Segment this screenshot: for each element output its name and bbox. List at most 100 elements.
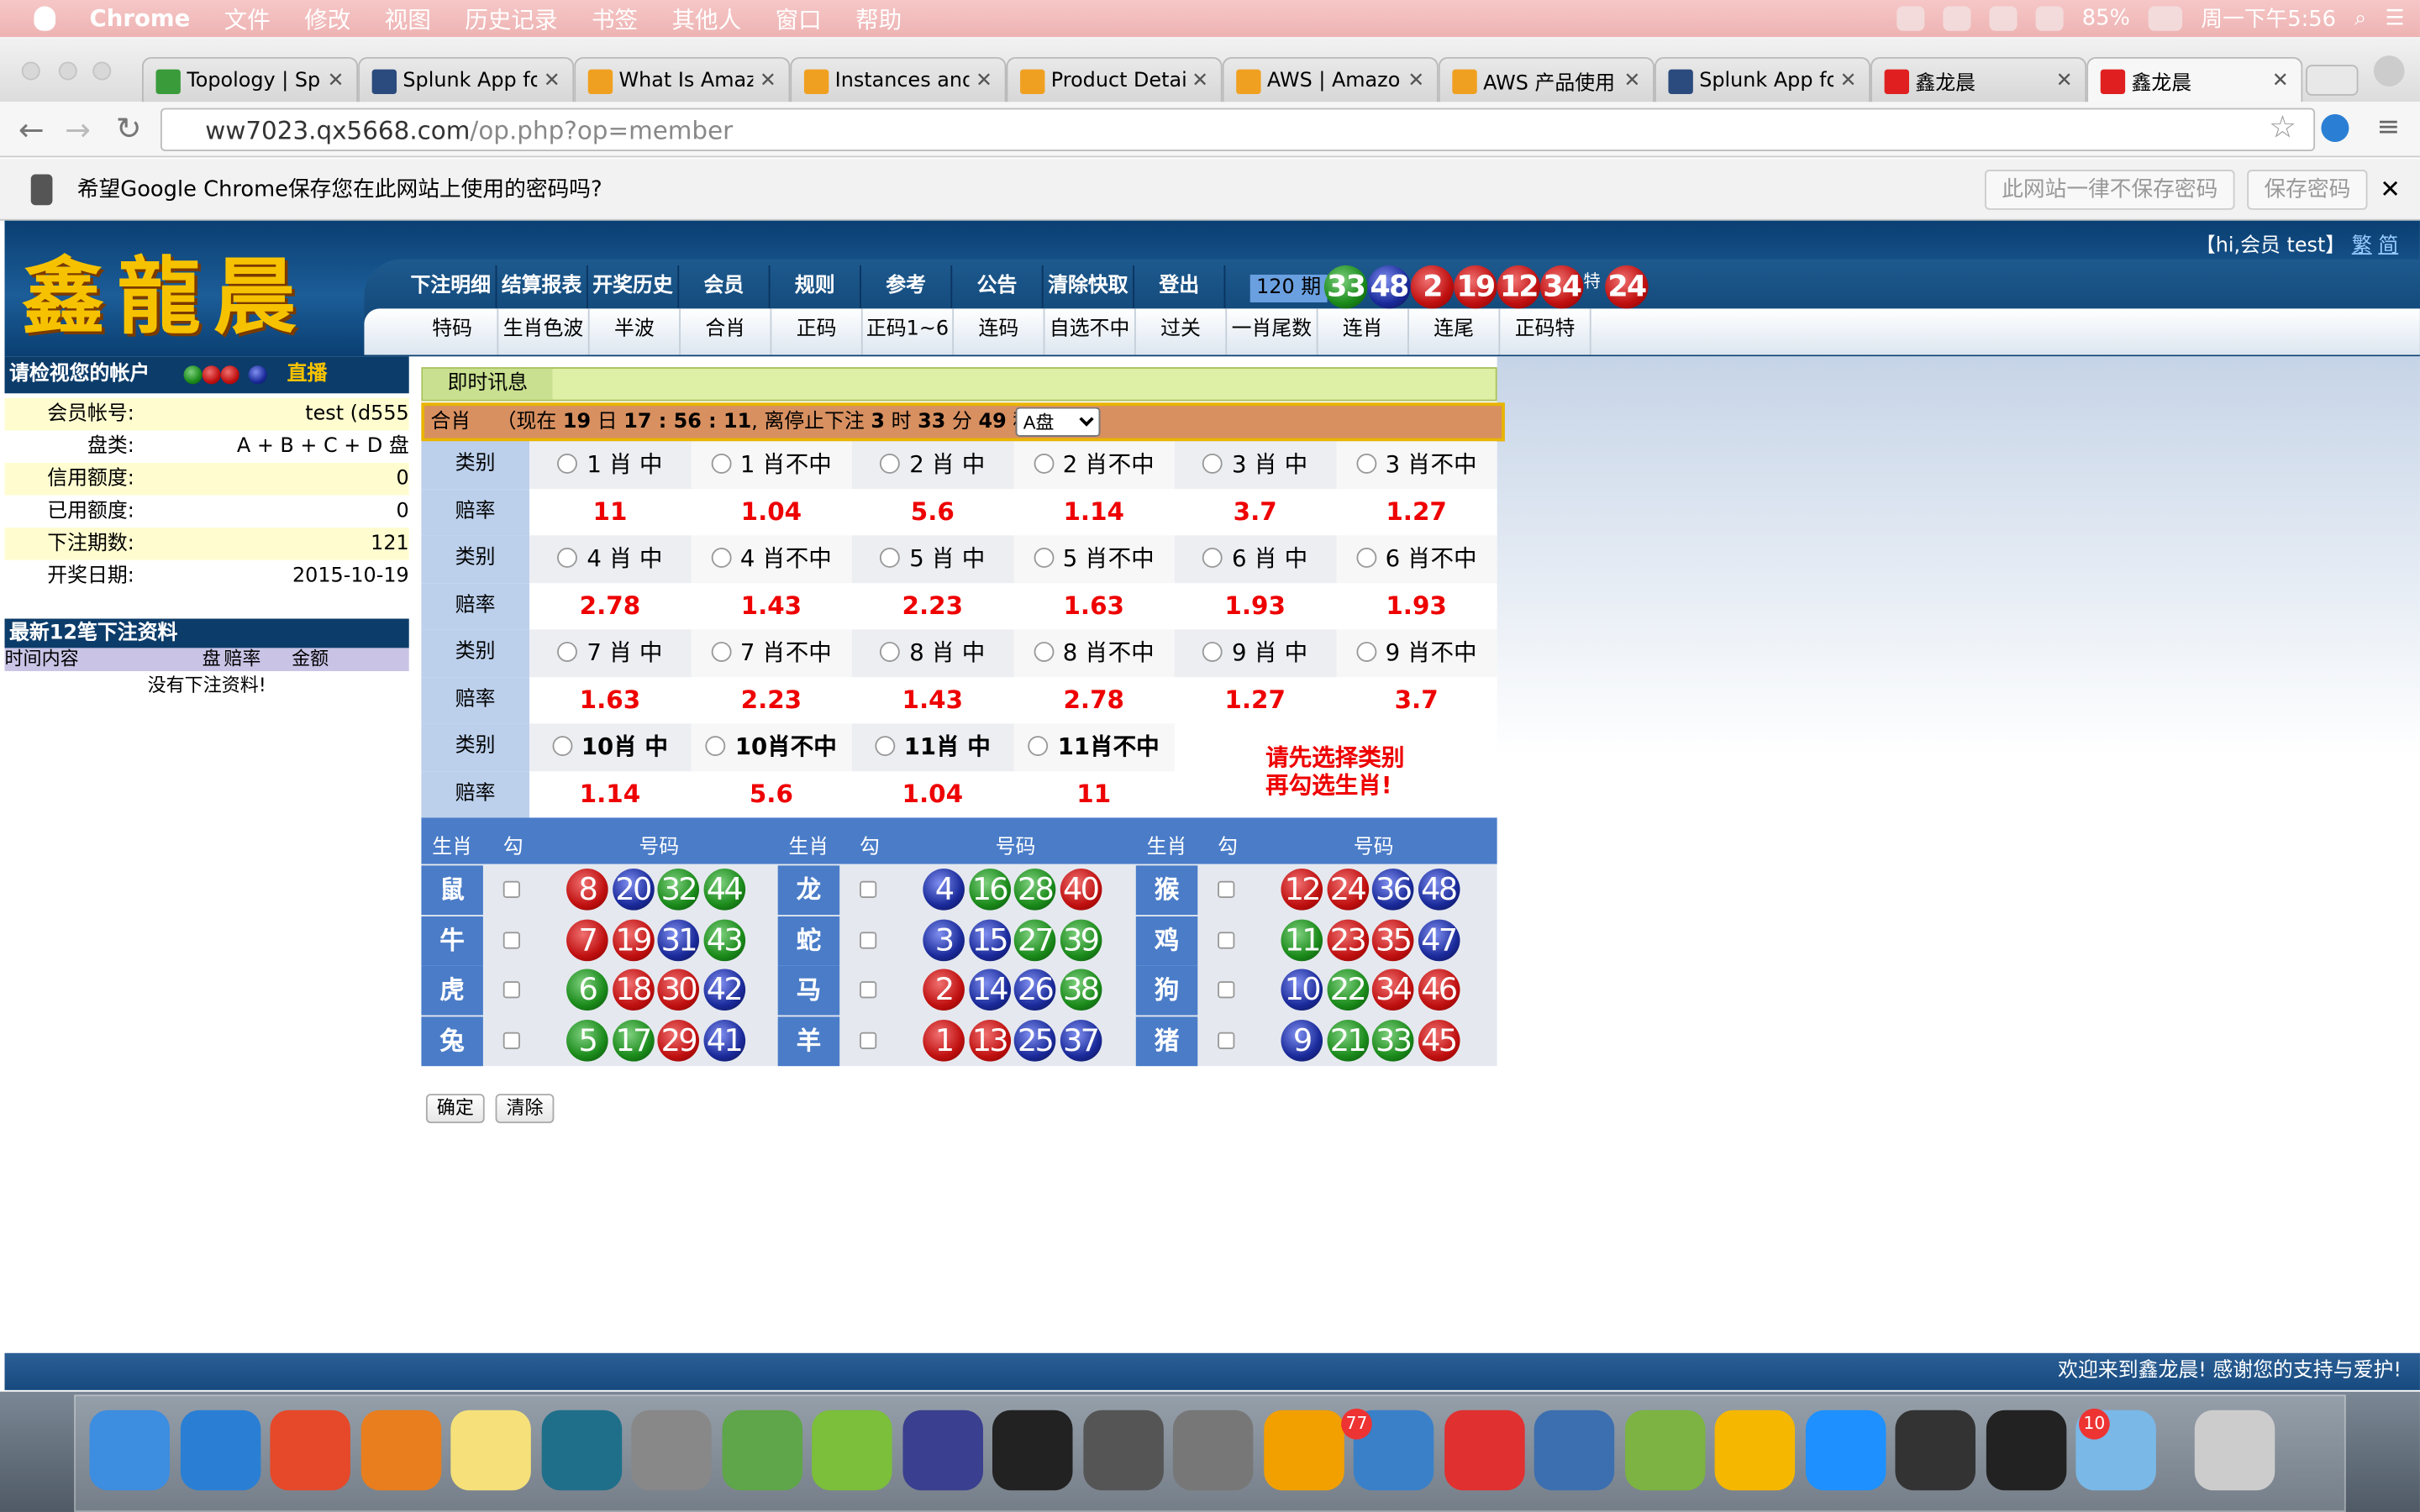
tab-close-icon[interactable]: ✕ (1623, 70, 1640, 93)
reload-icon[interactable]: ↻ (116, 109, 142, 146)
zoom-window-button[interactable] (92, 61, 112, 81)
category-cell[interactable]: 9 肖 中 (1174, 629, 1336, 677)
menu-item[interactable]: 帮助 (855, 3, 902, 35)
tab-close-icon[interactable]: ✕ (328, 70, 345, 93)
nav-link[interactable]: 会员 (679, 265, 771, 309)
category-radio[interactable] (557, 453, 578, 474)
category-radio[interactable] (874, 736, 895, 756)
menu-item[interactable]: 修改 (304, 3, 350, 35)
category-cell[interactable]: 4 肖 中 (529, 535, 691, 583)
zodiac-checkbox[interactable] (502, 931, 520, 948)
game-tab[interactable]: 半波 (590, 308, 681, 355)
apple-icon[interactable] (34, 6, 56, 31)
save-password-button[interactable]: 保存密码 (2247, 170, 2368, 210)
dock-app-icon[interactable] (812, 1410, 892, 1491)
simplified-link[interactable]: 简 (2378, 234, 2398, 258)
category-radio[interactable] (551, 736, 572, 756)
clear-button[interactable]: 清除 (495, 1094, 555, 1124)
status-icon[interactable] (1943, 6, 1971, 31)
category-cell[interactable]: 5 肖 中 (851, 535, 1013, 583)
category-radio[interactable] (710, 642, 731, 662)
dock-app-icon[interactable] (992, 1410, 1073, 1491)
pan-select[interactable]: A盘 (1015, 407, 1101, 437)
browser-tab[interactable]: 鑫龙晨 ✕ (2086, 56, 2303, 104)
dock-app-icon[interactable] (179, 1410, 260, 1491)
zodiac-checkbox[interactable] (1218, 931, 1235, 948)
category-cell[interactable]: 1 肖不中 (690, 441, 852, 489)
menu-item[interactable]: 窗口 (776, 3, 822, 35)
menu-icon[interactable]: ≡ (2377, 111, 2401, 144)
spotlight-icon[interactable]: ⌕ (2354, 6, 2366, 30)
tab-close-icon[interactable]: ✕ (544, 70, 560, 93)
forward-icon[interactable]: → (65, 111, 91, 148)
dock-app-icon[interactable] (1985, 1410, 2066, 1491)
profile-icon[interactable] (2373, 55, 2405, 87)
dock-app-icon[interactable] (1805, 1410, 1886, 1491)
category-cell[interactable]: 3 肖不中 (1335, 441, 1497, 489)
notification-icon[interactable]: ☰ (2386, 6, 2405, 30)
tab-close-icon[interactable]: ✕ (1840, 70, 1857, 93)
category-radio[interactable] (1033, 453, 1054, 474)
browser-tab[interactable]: Product Details ✕ (1006, 56, 1223, 104)
zodiac-checkbox[interactable] (860, 931, 877, 948)
category-radio[interactable] (557, 642, 578, 662)
tab-close-icon[interactable]: ✕ (976, 70, 992, 93)
category-cell[interactable]: 11肖 中 (851, 723, 1013, 771)
status-icon[interactable] (1897, 6, 1925, 31)
category-cell[interactable]: 8 肖 中 (851, 629, 1013, 677)
nav-link[interactable]: 公告 (952, 265, 1044, 309)
dock-app-icon[interactable] (1082, 1410, 1163, 1491)
zodiac-checkbox[interactable] (1218, 981, 1235, 999)
game-tab[interactable]: 特码 (408, 308, 499, 355)
zodiac-checkbox[interactable] (502, 1031, 520, 1049)
game-tab[interactable]: 过关 (1136, 308, 1228, 355)
nav-link[interactable]: 开奖历史 (588, 265, 680, 309)
category-radio[interactable] (1202, 453, 1223, 474)
menu-item[interactable]: 其他人 (671, 3, 741, 35)
live-link[interactable]: 直播 (287, 356, 328, 393)
confirm-button[interactable]: 确定 (425, 1094, 485, 1124)
zodiac-checkbox[interactable] (502, 880, 520, 898)
never-save-button[interactable]: 此网站一律不保存密码 (1984, 170, 2235, 210)
category-radio[interactable] (710, 548, 731, 568)
dock-app-icon[interactable] (450, 1410, 531, 1491)
menu-item[interactable]: 历史记录 (465, 3, 557, 35)
dock-app-icon[interactable] (1263, 1410, 1344, 1491)
dock-app-icon[interactable] (89, 1410, 171, 1491)
category-cell[interactable]: 4 肖不中 (690, 535, 852, 583)
wifi-icon[interactable] (2035, 6, 2064, 31)
zodiac-checkbox[interactable] (860, 880, 877, 898)
nav-link[interactable]: 登出 (1134, 265, 1226, 309)
zodiac-checkbox[interactable] (860, 1031, 877, 1049)
new-tab-button[interactable] (2306, 65, 2359, 96)
game-tab[interactable]: 连尾 (1409, 308, 1501, 355)
menu-item[interactable]: 书签 (592, 3, 638, 35)
dock-app-icon[interactable] (2193, 1410, 2275, 1491)
nav-link[interactable]: 规则 (771, 265, 861, 309)
status-icon[interactable] (1989, 6, 2018, 31)
dock-app-icon[interactable] (270, 1410, 350, 1491)
browser-tab[interactable]: What Is Amazon ✕ (574, 56, 791, 104)
dock-app-icon[interactable] (902, 1410, 983, 1491)
game-tab[interactable]: 正码特 (1500, 308, 1591, 355)
tab-close-icon[interactable]: ✕ (1407, 70, 1424, 93)
category-cell[interactable]: 8 肖不中 (1013, 629, 1175, 677)
category-radio[interactable] (1202, 642, 1223, 662)
category-cell[interactable]: 2 肖不中 (1013, 441, 1175, 489)
category-radio[interactable] (880, 453, 901, 474)
game-tab[interactable]: 连肖 (1318, 308, 1409, 355)
extension-icon[interactable] (2321, 113, 2349, 142)
menu-item[interactable]: 视图 (385, 3, 431, 35)
browser-tab[interactable]: 鑫龙晨 ✕ (1870, 56, 2087, 104)
dock-app-icon[interactable] (1714, 1410, 1796, 1491)
game-tab[interactable]: 一肖尾数 (1227, 308, 1318, 355)
category-cell[interactable]: 7 肖 中 (529, 629, 691, 677)
traditional-link[interactable]: 繁 (2352, 234, 2372, 258)
nav-link[interactable]: 结算报表 (497, 265, 588, 309)
nav-link[interactable]: 下注明细 (406, 265, 497, 309)
zodiac-checkbox[interactable] (1218, 1031, 1235, 1049)
category-radio[interactable] (705, 736, 726, 756)
dock-app-icon[interactable] (1444, 1410, 1524, 1491)
game-tab[interactable]: 生肖色波 (498, 308, 590, 355)
game-tab[interactable]: 自选不中 (1044, 308, 1136, 355)
